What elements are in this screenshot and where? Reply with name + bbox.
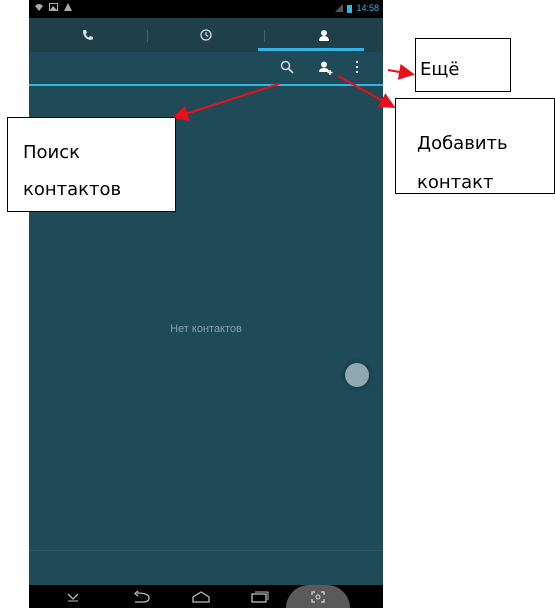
callout-more-text: Ещё [420,59,460,80]
arrow-to-search [172,83,280,121]
arrow-to-more [387,64,415,80]
callout-add-contact-line2: контакт [417,172,494,193]
callout-search: Поиск контактов [7,117,176,212]
callout-search-line1: Поиск [23,142,81,163]
callout-add-contact: Добавить контакт [395,98,555,194]
callout-search-line2: контактов [23,179,122,200]
callout-more: Ещё [415,38,511,92]
callout-add-contact-line1: Добавить [417,133,508,154]
arrow-to-add-contact [337,75,396,108]
